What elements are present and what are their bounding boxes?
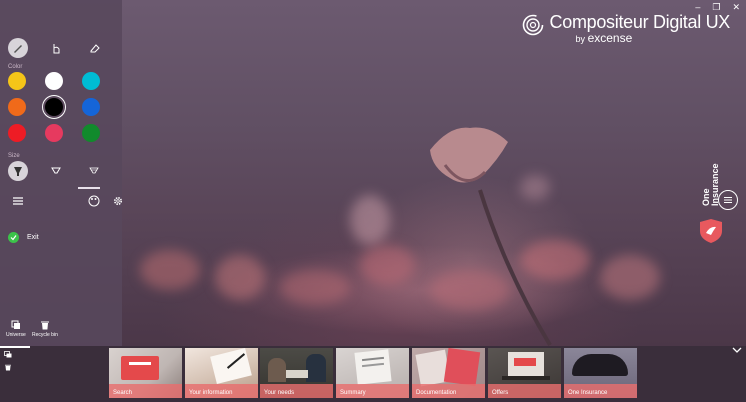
universe-icon[interactable] — [4, 351, 12, 358]
brush-medium-icon — [51, 167, 61, 174]
universe-thumbnail-bar: Search Your information Your needs Summa… — [0, 346, 746, 400]
thumbnail-caption: Offers — [488, 384, 561, 398]
drawing-tools-panel: Color Size Exit Universe Recycle bin — [0, 0, 123, 346]
thumbnail-label: Search — [113, 390, 133, 396]
size-small-button[interactable] — [84, 161, 104, 181]
bar-left-tools — [0, 346, 30, 402]
settings-button[interactable] — [108, 191, 128, 211]
touch-tool-button[interactable] — [46, 38, 66, 58]
exit-label: Exit — [27, 234, 39, 241]
thumbnail-caption: Your information — [185, 384, 258, 398]
thumbnail-label: Offers — [492, 390, 509, 396]
thumbnail-caption: Search — [109, 384, 182, 398]
size-large-button[interactable] — [8, 161, 28, 181]
size-row — [8, 161, 104, 181]
color-swatch[interactable] — [8, 98, 26, 116]
color-swatches — [8, 72, 101, 142]
brand-title: Compositeur Digital UX — [549, 12, 731, 32]
bokeh — [140, 250, 200, 290]
bokeh — [600, 255, 660, 300]
brush-small-icon — [89, 167, 99, 174]
thumbnail-caption: Summary — [336, 384, 409, 398]
eraser-tool-button[interactable] — [84, 38, 104, 58]
thumbnail-label: Documentation — [416, 390, 457, 396]
thumbnail-caption: One Insurance — [564, 384, 637, 398]
brand-by: by — [575, 34, 586, 44]
brand-logo-block: Compositeur Digital UX by excense — [522, 12, 730, 45]
thumbnail-your-needs[interactable]: Your needs — [260, 348, 333, 398]
palette-button[interactable] — [84, 191, 104, 211]
recycle-bin-button[interactable]: Recycle bin — [32, 320, 58, 338]
thumbnail-search[interactable]: Search — [109, 348, 182, 398]
eraser-icon — [90, 44, 100, 53]
bokeh — [360, 245, 415, 285]
color-swatch[interactable] — [82, 98, 100, 116]
color-swatch[interactable] — [8, 72, 26, 90]
exit-button[interactable]: Exit — [8, 232, 39, 243]
color-label: Color — [8, 64, 23, 70]
brand-subtitle: by excense — [576, 31, 730, 45]
color-swatch[interactable] — [82, 72, 100, 90]
thumbnail-caption: Your needs — [260, 384, 333, 398]
trash-icon — [40, 321, 49, 330]
close-button[interactable]: ✕ — [732, 2, 740, 13]
thumbnail-summary[interactable]: Summary — [336, 348, 409, 398]
brush-large-icon — [14, 167, 22, 176]
check-icon — [8, 232, 19, 243]
bokeh — [280, 270, 350, 305]
settings-row — [8, 191, 128, 211]
bokeh — [350, 195, 390, 245]
tab-indicator — [78, 187, 100, 189]
thumbnail-label: Summary — [340, 390, 366, 396]
color-swatch[interactable] — [82, 124, 100, 142]
menu-icon — [13, 197, 23, 205]
universe-label: Universe — [6, 332, 26, 338]
color-swatch[interactable] — [8, 124, 26, 142]
menu-icon — [724, 197, 732, 203]
concentric-ring-logo-icon — [522, 14, 543, 36]
trash-icon[interactable] — [4, 364, 12, 371]
bokeh — [215, 255, 265, 300]
thumbnail-label: One Insurance — [568, 390, 608, 396]
side-menu-button[interactable] — [718, 190, 738, 210]
brand-company: excense — [587, 31, 633, 45]
chevron-down-icon[interactable] — [732, 346, 742, 354]
shield-icon[interactable] — [698, 218, 724, 244]
thumbnail-label: Your information — [189, 390, 233, 396]
universe-icon — [11, 320, 20, 329]
flower-illustration — [430, 127, 552, 346]
recycle-bin-label: Recycle bin — [32, 332, 58, 338]
color-swatch[interactable] — [45, 98, 63, 116]
thumbnail-your-information[interactable]: Your information — [185, 348, 258, 398]
one-insurance-sidebar: One Insurance — [698, 158, 740, 248]
menu-button[interactable] — [8, 191, 28, 211]
gear-icon — [113, 196, 123, 206]
thumbnail-documentation[interactable]: Documentation — [412, 348, 485, 398]
universe-button[interactable]: Universe — [6, 320, 26, 338]
pen-tool-button[interactable] — [8, 38, 28, 58]
pen-tools-row — [8, 38, 104, 58]
size-medium-button[interactable] — [46, 161, 66, 181]
color-swatch[interactable] — [45, 72, 63, 90]
hand-touch-icon — [53, 44, 60, 54]
thumbnail-offers[interactable]: Offers — [488, 348, 561, 398]
palette-icon — [88, 195, 100, 207]
size-label: Size — [8, 153, 20, 159]
thumbnail-one-insurance[interactable]: One Insurance — [564, 348, 637, 398]
pen-icon — [14, 45, 22, 53]
color-swatch[interactable] — [45, 124, 63, 142]
settings-pair — [84, 191, 128, 211]
thumbnail-caption: Documentation — [412, 384, 485, 398]
thumbnail-label: Your needs — [264, 390, 295, 396]
